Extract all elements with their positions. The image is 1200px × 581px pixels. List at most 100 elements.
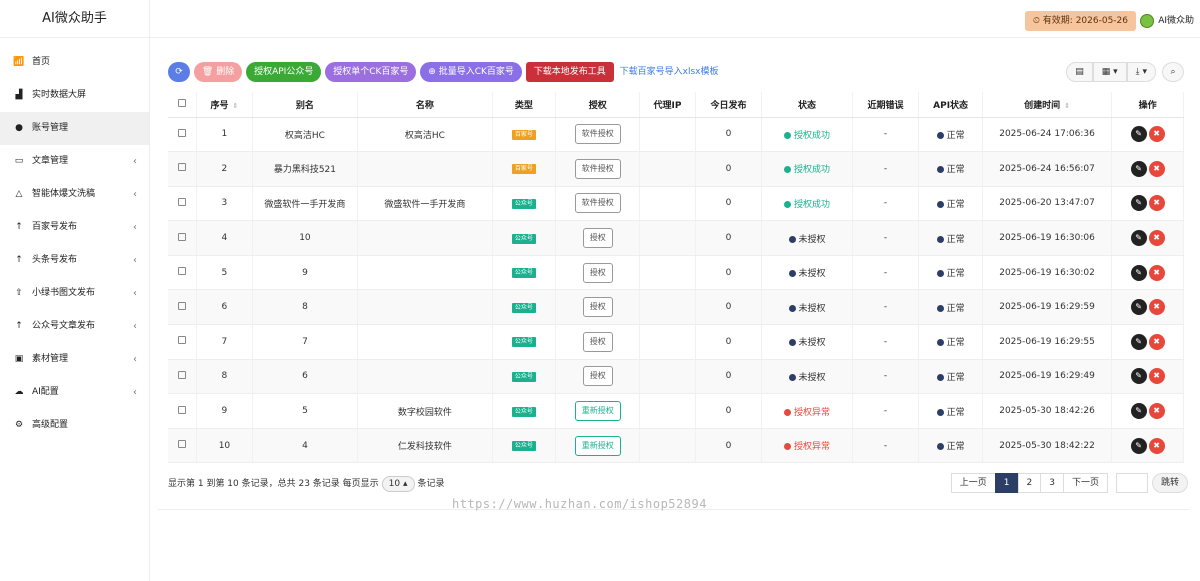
next-page-button[interactable]: 下一页 bbox=[1062, 473, 1108, 493]
created-cell: 2025-06-24 16:56:07 bbox=[982, 151, 1113, 187]
row-checkbox[interactable] bbox=[178, 405, 187, 414]
records-summary: 显示第 1 到第 10 条记录，总共 23 条记录 每页显示 bbox=[168, 479, 379, 489]
sidebar-item-7[interactable]: ⇧ 小绿书图文发布 ‹ bbox=[0, 277, 149, 310]
auth-button[interactable]: 授权 bbox=[582, 228, 613, 249]
download-template-link[interactable]: 下载百家号导入xlsx模板 bbox=[620, 62, 719, 82]
sidebar-item-2[interactable]: ● 账号管理 bbox=[0, 112, 149, 145]
prev-page-button[interactable]: 上一页 bbox=[950, 473, 996, 493]
page-size-select[interactable]: 10 ▴ bbox=[381, 476, 415, 492]
row-checkbox[interactable] bbox=[178, 163, 187, 172]
row-checkbox[interactable] bbox=[178, 197, 187, 206]
export-button[interactable]: ⤓ ▾ bbox=[1126, 62, 1156, 82]
name-cell: 微盛软件一手开发商 bbox=[357, 186, 493, 222]
auth-ck-button[interactable]: 授权单个CK百家号 bbox=[325, 62, 417, 82]
sidebar-item-1[interactable]: ▟ 实时数据大屏 bbox=[0, 79, 149, 112]
sidebar-item-8[interactable]: ↑ 公众号文章发布 ‹ bbox=[0, 310, 149, 343]
auth-api-button[interactable]: 授权API公众号 bbox=[246, 62, 322, 82]
auth-button[interactable]: 重新授权 bbox=[574, 435, 621, 456]
cloud-icon: ☁ bbox=[14, 387, 24, 397]
sidebar-item-label: 账号管理 bbox=[32, 123, 69, 133]
row-checkbox[interactable] bbox=[178, 370, 187, 379]
download-tool-button[interactable]: 下载本地发布工具 bbox=[525, 62, 614, 82]
page-jump-input[interactable] bbox=[1115, 473, 1148, 493]
delete-row-button[interactable]: ✖ bbox=[1148, 230, 1165, 247]
auth-button[interactable]: 授权 bbox=[582, 331, 613, 352]
column-header: 类型 bbox=[492, 92, 557, 118]
auth-button[interactable]: 软件授权 bbox=[574, 124, 621, 145]
delete-button[interactable]: 🗑 删除 bbox=[193, 62, 243, 82]
sidebar-item-4[interactable]: △ 智能体爆文洗稿 ‹ bbox=[0, 178, 149, 211]
edit-button[interactable]: ✎ bbox=[1130, 368, 1147, 385]
sidebar-item-10[interactable]: ☁ AI配置 ‹ bbox=[0, 376, 149, 409]
edit-button[interactable]: ✎ bbox=[1130, 333, 1147, 350]
edit-button[interactable]: ✎ bbox=[1130, 437, 1147, 454]
image-icon: ▣ bbox=[14, 354, 24, 364]
row-checkbox[interactable] bbox=[178, 301, 187, 310]
edit-button[interactable]: ✎ bbox=[1130, 264, 1147, 281]
alias-cell: 暴力黑科技521 bbox=[252, 151, 359, 187]
api-status-label: 正常 bbox=[946, 442, 965, 453]
delete-row-button[interactable]: ✖ bbox=[1148, 368, 1165, 385]
sidebar-item-11[interactable]: ⚙ 高级配置 bbox=[0, 409, 149, 442]
edit-button[interactable]: ✎ bbox=[1130, 299, 1147, 316]
delete-row-button[interactable]: ✖ bbox=[1148, 264, 1165, 281]
delete-row-button[interactable]: ✖ bbox=[1148, 437, 1165, 454]
chevron-left-icon: ‹ bbox=[133, 354, 137, 365]
edit-button[interactable]: ✎ bbox=[1130, 230, 1147, 247]
pencil-icon: ✎ bbox=[1135, 233, 1142, 243]
edit-button[interactable]: ✎ bbox=[1130, 160, 1147, 177]
column-header-label: 代理IP bbox=[653, 100, 682, 111]
toggle-view-button[interactable]: ▤ bbox=[1066, 62, 1093, 82]
accounts-table: 序号 ⇕ 别名 名称 类型 授权 代理IP 今日发布 状态 近期错误 API状态 创建时间 ⇕ 操作 1权… bbox=[168, 92, 1184, 464]
edit-button[interactable]: ✎ bbox=[1130, 126, 1147, 143]
auth-button[interactable]: 授权 bbox=[582, 297, 613, 318]
name-cell: 权高洁HC bbox=[357, 117, 493, 153]
trash-icon: ✖ bbox=[1153, 440, 1160, 450]
sidebar-item-3[interactable]: ▭ 文章管理 ‹ bbox=[0, 145, 149, 178]
auth-button[interactable]: 重新授权 bbox=[574, 401, 621, 422]
trash-icon: ✖ bbox=[1153, 371, 1160, 381]
row-checkbox[interactable] bbox=[178, 440, 187, 449]
sidebar-item-6[interactable]: ↑ 头条号发布 ‹ bbox=[0, 244, 149, 277]
auth-button[interactable]: 授权 bbox=[582, 262, 613, 283]
sidebar-item-5[interactable]: ↑ 百家号发布 ‹ bbox=[0, 211, 149, 244]
delete-row-button[interactable]: ✖ bbox=[1148, 126, 1165, 143]
delete-row-button[interactable]: ✖ bbox=[1148, 299, 1165, 316]
chevron-left-icon: ‹ bbox=[133, 156, 137, 167]
row-checkbox[interactable] bbox=[178, 336, 187, 345]
search-button[interactable]: ⌕ bbox=[1162, 62, 1184, 82]
page-3-button[interactable]: 3 bbox=[1040, 473, 1064, 493]
row-checkbox[interactable] bbox=[178, 232, 187, 241]
search-icon: ⌕ bbox=[1170, 67, 1176, 77]
column-header[interactable]: 序号 ⇕ bbox=[196, 92, 253, 118]
column-header-label: 近期错误 bbox=[867, 100, 904, 111]
auth-button[interactable]: 软件授权 bbox=[574, 193, 621, 214]
sidebar-item-0[interactable]: 📶 首页 bbox=[0, 46, 149, 79]
user-menu[interactable]: AI微众助 bbox=[1140, 11, 1194, 31]
auth-button[interactable]: 授权 bbox=[582, 366, 613, 387]
delete-row-button[interactable]: ✖ bbox=[1148, 160, 1165, 177]
api-dot-icon bbox=[936, 131, 944, 139]
delete-row-button[interactable]: ✖ bbox=[1148, 333, 1165, 350]
page-1-button[interactable]: 1 bbox=[994, 473, 1019, 493]
column-header[interactable]: 创建时间 ⇕ bbox=[982, 92, 1113, 118]
batch-import-button[interactable]: ⊕ 批量导入CK百家号 bbox=[420, 62, 522, 82]
select-all-checkbox[interactable] bbox=[178, 98, 187, 107]
sidebar-item-9[interactable]: ▣ 素材管理 ‹ bbox=[0, 343, 149, 376]
delete-row-button[interactable]: ✖ bbox=[1148, 403, 1165, 420]
jump-button[interactable]: 跳转 bbox=[1151, 473, 1188, 493]
sidebar: AI微众助手 📶 首页 ▟ 实时数据大屏 ● 账号管理 ▭ 文章管理 ‹ △ 智能体爆文洗稿 ‹ ↑ 百家… bbox=[0, 0, 150, 581]
row-checkbox[interactable] bbox=[178, 128, 187, 137]
refresh-button[interactable]: ⟳ bbox=[168, 62, 190, 82]
delete-row-button[interactable]: ✖ bbox=[1148, 195, 1165, 212]
pencil-icon: ✎ bbox=[1135, 129, 1142, 139]
type-badge: 公众号 bbox=[511, 302, 536, 313]
refresh-icon: ⟳ bbox=[175, 67, 183, 77]
page-2-button[interactable]: 2 bbox=[1017, 473, 1042, 493]
auth-button[interactable]: 软件授权 bbox=[574, 158, 621, 179]
edit-button[interactable]: ✎ bbox=[1130, 195, 1147, 212]
api-dot-icon bbox=[936, 166, 944, 174]
columns-button[interactable]: ▦ ▾ bbox=[1092, 62, 1127, 82]
edit-button[interactable]: ✎ bbox=[1130, 403, 1147, 420]
row-checkbox[interactable] bbox=[178, 267, 187, 276]
